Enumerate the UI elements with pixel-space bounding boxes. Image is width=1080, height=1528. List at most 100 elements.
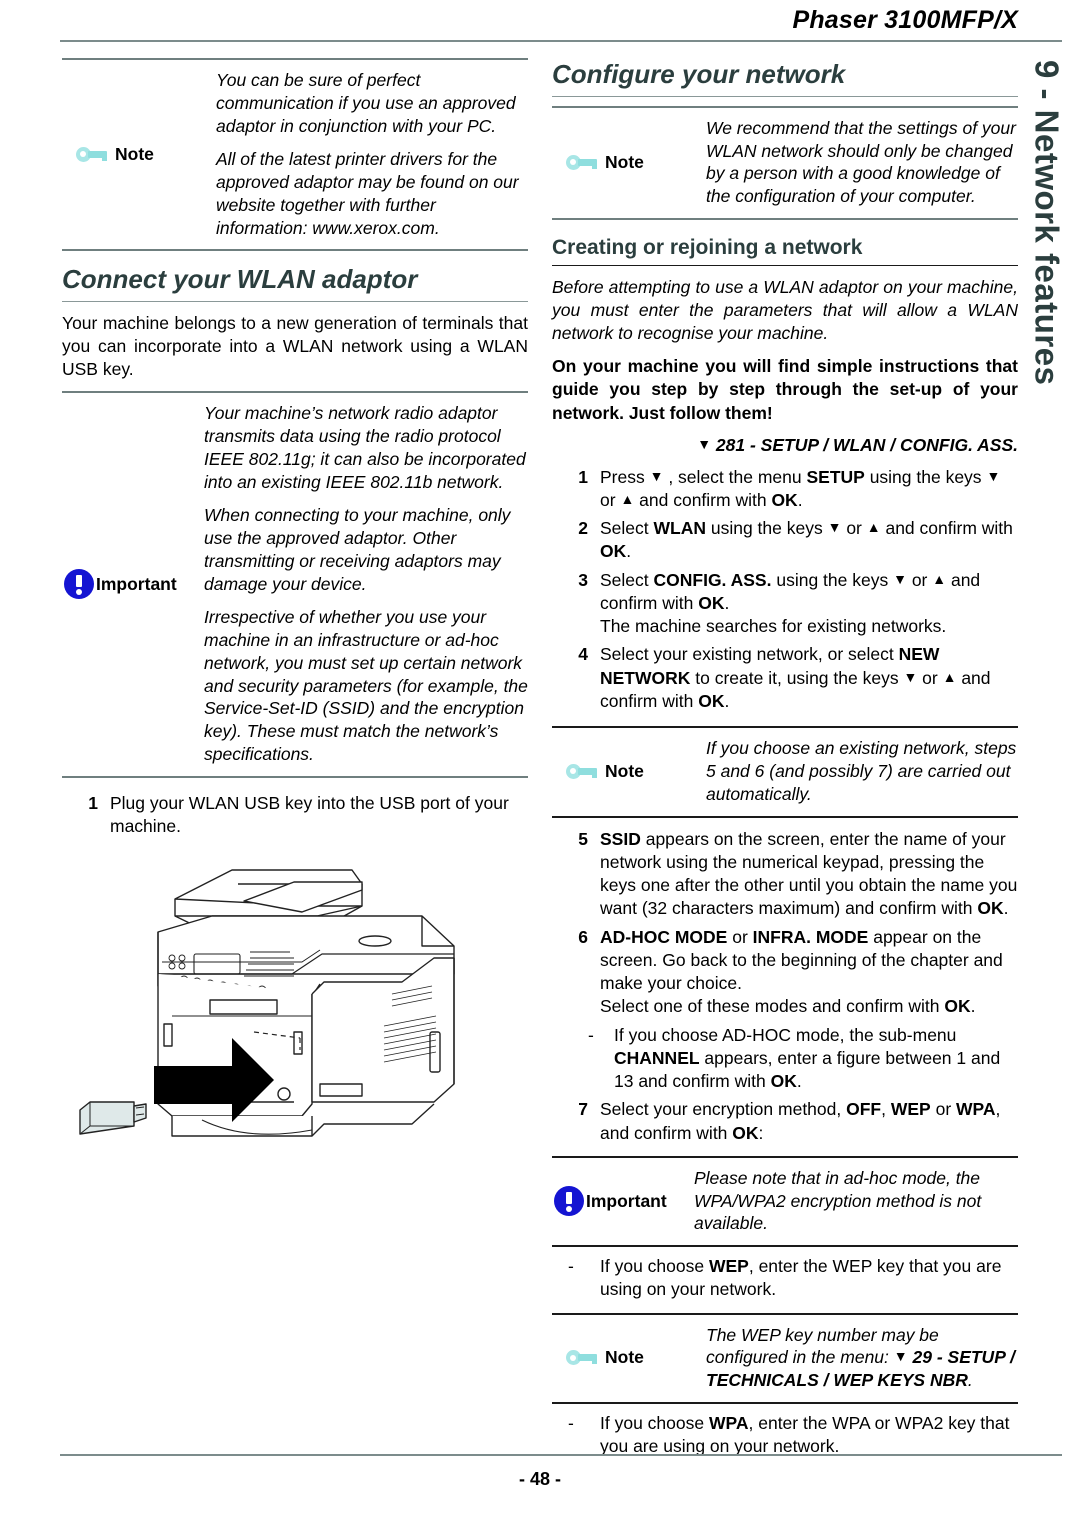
menu-path-label: 281 - SETUP / WLAN / CONFIG. ASS. [715, 434, 1018, 455]
note-label-group: Note [62, 144, 216, 165]
sub-bullet-text: If you choose WPA, enter the WPA or WPA2… [600, 1412, 1010, 1457]
important-body: Your machine’s network radio adaptor tra… [204, 402, 528, 765]
key-icon [566, 1350, 598, 1366]
key-icon [566, 763, 598, 779]
note-body: If you choose an existing network, steps… [706, 737, 1018, 805]
step-item: 3 Select CONFIG. ASS. using the keys ▼ o… [552, 569, 1018, 639]
important-label: Important [96, 573, 177, 594]
steps-list-1-4: 1 Press ▼ , select the menu SETUP using … [552, 466, 1018, 714]
intro-italic-paragraph: Before attempting to use a WLAN adaptor … [552, 277, 1018, 344]
chapter-side-tab: 9 - Network features [1012, 60, 1080, 490]
important-body: Please note that in ad-hoc mode, the WPA… [694, 1167, 1018, 1235]
step-text: Select your existing network, or select … [600, 644, 991, 711]
step-item: 5 SSID appears on the screen, enter the … [552, 828, 1018, 921]
step-item: 2 Select WLAN using the keys ▼ or ▲ and … [552, 517, 1018, 564]
note-label: Note [115, 143, 154, 164]
steps-list-5-7: 5 SSID appears on the screen, enter the … [552, 828, 1018, 1019]
step-text: Press ▼ , select the menu SETUP using th… [600, 466, 1001, 510]
step-number: 7 [578, 1099, 588, 1120]
bullet-dash: - [588, 1024, 594, 1045]
step-item: 6 AD-HOC MODE or INFRA. MODE appear on t… [552, 926, 1018, 1019]
exclamation-circle-icon [64, 569, 94, 600]
step-item: 1 Press ▼ , select the menu SETUP using … [552, 466, 1018, 513]
note-label-group: Note [552, 1347, 706, 1368]
important-label-group: Important [552, 1186, 694, 1217]
bullet-dash: - [568, 1412, 574, 1433]
step-text: SSID appears on the screen, enter the na… [600, 828, 1018, 919]
menu-path: ▼ 281 - SETUP / WLAN / CONFIG. ASS. [552, 435, 1018, 456]
note-callout-top: Note You can be sure of perfect communic… [62, 60, 528, 249]
document-page: Phaser 3100MFP/X 9 - Network features No… [0, 0, 1080, 1528]
note-paragraph: If you choose an existing network, steps… [706, 738, 1017, 804]
step-number: 1 [88, 792, 98, 813]
header-rule [60, 40, 1062, 42]
bullet-dash: - [568, 1256, 574, 1277]
step-number: 2 [578, 518, 588, 539]
step-item: 4 Select your existing network, or selec… [552, 643, 1018, 713]
important-paragraph: Irrespective of whether you use your mac… [204, 607, 528, 764]
note-body: You can be sure of perfect communication… [216, 69, 528, 239]
note-callout-mid: Note If you choose an existing network, … [552, 728, 1018, 815]
sub-bullet-item: - If you choose WPA, enter the WPA or WP… [568, 1412, 1018, 1459]
page-header: Phaser 3100MFP/X [0, 0, 1080, 42]
intro-paragraph: Your machine belongs to a new generation… [62, 313, 528, 380]
step-item: 1 Plug your WLAN USB key into the USB po… [62, 792, 528, 839]
step-text: Plug your WLAN USB key into the USB port… [110, 792, 509, 836]
subsection-heading: Creating or rejoining a network [552, 235, 863, 259]
intro-bold-paragraph: On your machine you will find simple ins… [552, 356, 1018, 423]
step-text: Select your encryption method, OFF, WEP … [600, 1099, 1001, 1143]
note-label: Note [605, 151, 644, 172]
note-callout-bottom: Note The WEP key number may be configure… [552, 1315, 1018, 1402]
note-paragraph: You can be sure of perfect communication… [216, 70, 516, 136]
step-number: 6 [578, 926, 588, 947]
note-label-group: Note [552, 761, 706, 782]
step-number: 5 [578, 828, 588, 849]
section-heading: Configure your network [552, 59, 846, 89]
divider [62, 249, 528, 252]
divider [552, 217, 1018, 220]
important-paragraph: Please note that in ad-hoc mode, the WPA… [694, 1167, 982, 1234]
subheading-underline [552, 265, 1018, 267]
note-label: Note [605, 1347, 644, 1368]
note-body: We recommend that the settings of your W… [706, 117, 1018, 208]
key-icon [566, 154, 598, 170]
steps-list-7: 7 Select your encryption method, OFF, WE… [552, 1098, 1018, 1145]
divider [62, 775, 528, 778]
step-number: 4 [578, 644, 588, 665]
down-triangle-icon: ▼ [697, 435, 712, 452]
page-number: - 48 - [518, 1469, 561, 1489]
important-callout-bottom: Important Please note that in ad-hoc mod… [552, 1158, 1018, 1245]
important-paragraph: Your machine’s network radio adaptor tra… [204, 403, 526, 492]
left-column: Note You can be sure of perfect communic… [62, 58, 528, 1184]
header-title: Phaser 3100MFP/X [792, 6, 1018, 34]
divider [552, 815, 1018, 818]
important-label-group: Important [62, 569, 204, 600]
sub-bullet-item: - If you choose WEP, enter the WEP key t… [568, 1255, 1018, 1302]
chapter-side-tab-label: 9 - Network features [1028, 60, 1066, 386]
note-body: The WEP key number may be configured in … [706, 1324, 1018, 1392]
note-paragraph: All of the latest printer drivers for th… [216, 149, 519, 238]
note-paragraph: The WEP key number may be configured in … [706, 1324, 1015, 1391]
step-text: Select CONFIG. ASS. using the keys ▼ or … [600, 569, 981, 637]
note-label: Note [605, 760, 644, 781]
important-paragraph: When connecting to your machine, only us… [204, 505, 511, 594]
divider [552, 1401, 1018, 1404]
note-callout-top: Note We recommend that the settings of y… [552, 108, 1018, 218]
step-number: 3 [578, 569, 588, 590]
key-icon [76, 146, 108, 162]
sub-bullet-text: If you choose WEP, enter the WEP key tha… [600, 1256, 1002, 1300]
note-paragraph: We recommend that the settings of your W… [706, 117, 1016, 207]
important-label: Important [586, 1190, 667, 1211]
step-number: 1 [578, 466, 588, 487]
printer-usb-key-illustration [62, 854, 528, 1184]
divider [552, 1245, 1018, 1248]
exclamation-circle-icon [554, 1186, 584, 1217]
section-heading: Connect your WLAN adaptor [62, 264, 418, 295]
right-column: Configure your network Note We recommend… [552, 58, 1018, 1462]
sub-bullet-item: - If you choose AD-HOC mode, the sub-men… [588, 1024, 1018, 1094]
step-text: Select WLAN using the keys ▼ or ▲ and co… [600, 518, 1013, 562]
important-callout: Important Your machine’s network radio a… [62, 393, 528, 775]
sub-bullet-text: If you choose AD-HOC mode, the sub-menu … [614, 1024, 1001, 1092]
note-label-group: Note [552, 152, 706, 173]
step-item: 7 Select your encryption method, OFF, WE… [552, 1098, 1018, 1145]
